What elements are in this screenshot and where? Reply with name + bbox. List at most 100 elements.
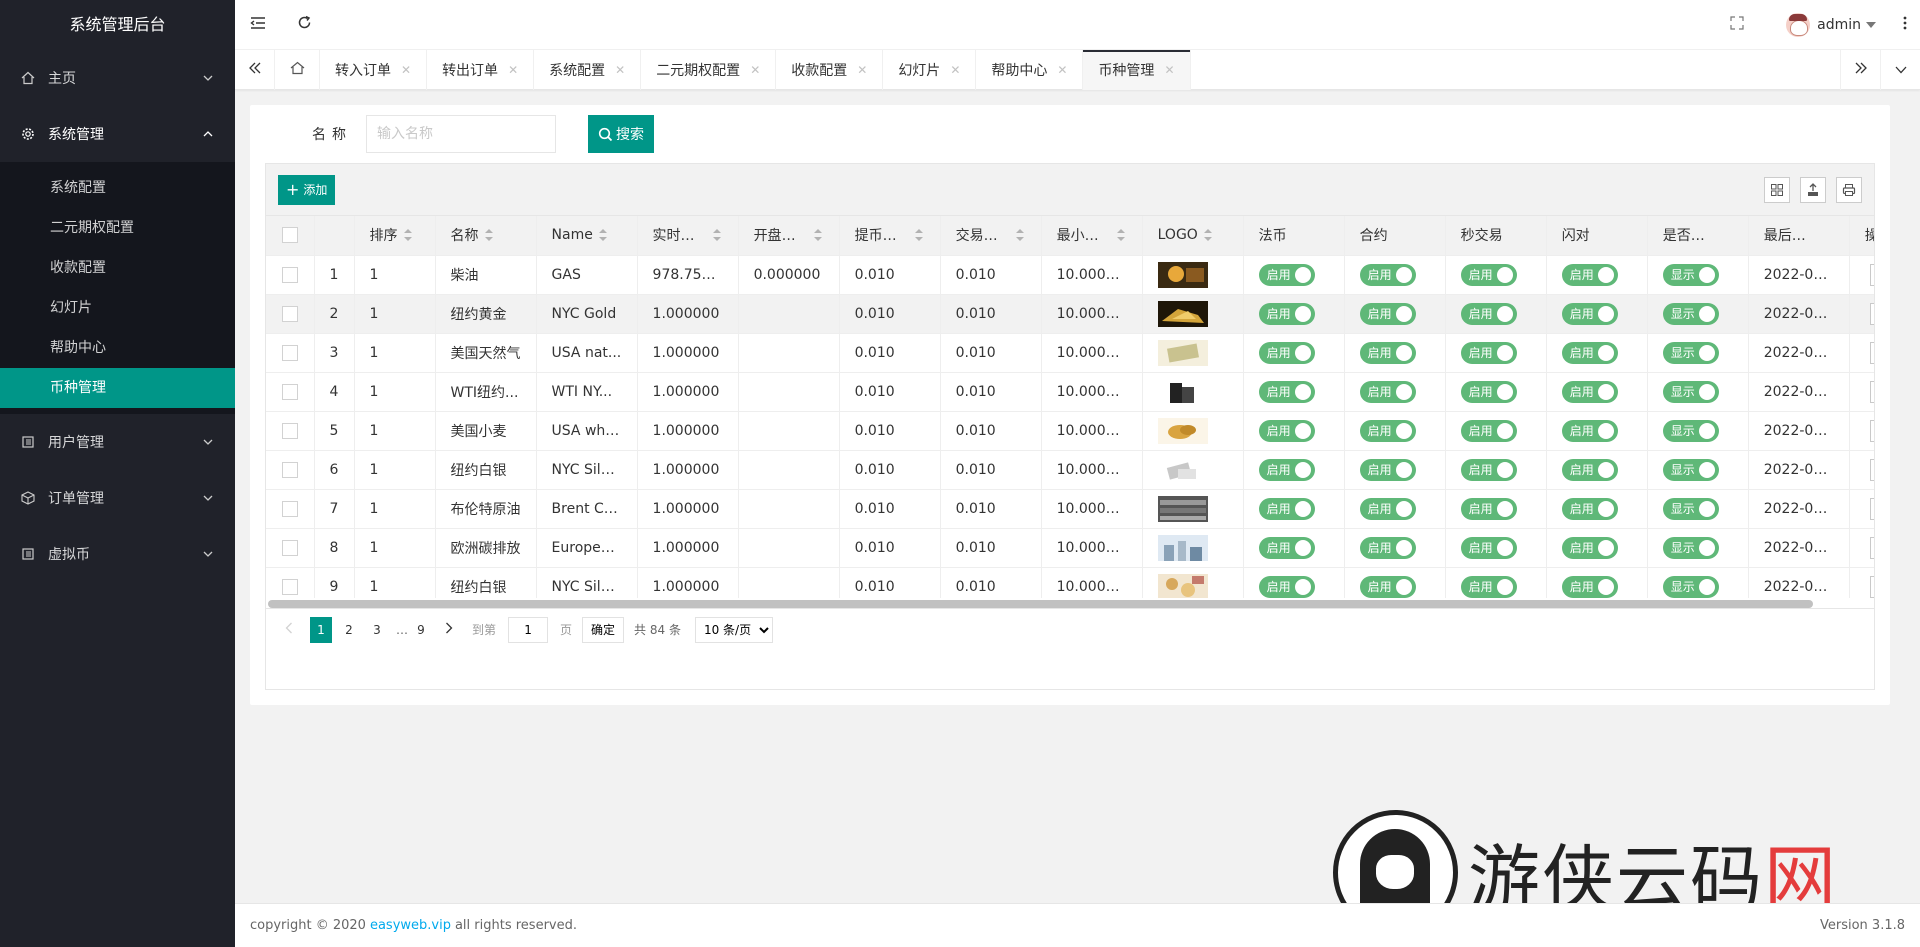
tab-binary-options-config[interactable]: 二元期权配置 ✕ xyxy=(641,50,777,90)
fiat-toggle[interactable]: 启用 xyxy=(1258,341,1315,364)
sort-icon[interactable] xyxy=(1203,229,1212,242)
column-header[interactable]: 交易手续... xyxy=(940,216,1042,256)
row-checkbox[interactable] xyxy=(281,461,298,478)
fullscreen-button[interactable] xyxy=(1714,0,1760,50)
sort-icon[interactable] xyxy=(914,229,923,242)
fiat-toggle[interactable]: 启用 xyxy=(1258,536,1315,559)
sidebar-item-home[interactable]: 主页 xyxy=(0,50,235,106)
fiat-toggle[interactable]: 启用 xyxy=(1258,497,1315,520)
tab-help-center[interactable]: 帮助中心 ✕ xyxy=(976,50,1084,90)
sidebar-subitem-system-config[interactable]: 系统配置 xyxy=(0,168,235,208)
contract-toggle[interactable]: 启用 xyxy=(1359,575,1416,598)
visibility-toggle[interactable]: 显示 xyxy=(1662,458,1719,481)
seconds-trade-toggle[interactable]: 启用 xyxy=(1460,458,1517,481)
edit-button[interactable]: 修改 xyxy=(1869,536,1874,559)
column-header[interactable]: Name xyxy=(536,216,638,256)
sort-icon[interactable] xyxy=(403,229,412,242)
seconds-trade-toggle[interactable]: 启用 xyxy=(1460,497,1517,520)
add-button[interactable]: + 添加 xyxy=(278,174,336,205)
sidebar-item-users[interactable]: 用户管理 xyxy=(0,414,235,470)
visibility-toggle[interactable]: 显示 xyxy=(1662,302,1719,325)
tab-payment-config[interactable]: 收款配置 ✕ xyxy=(776,50,884,90)
footer-link[interactable]: easyweb.vip xyxy=(370,918,451,933)
page-number[interactable]: 2 xyxy=(338,617,360,643)
row-checkbox[interactable] xyxy=(281,305,298,322)
flash-swap-toggle[interactable]: 启用 xyxy=(1561,302,1618,325)
contract-toggle[interactable]: 启用 xyxy=(1359,380,1416,403)
visibility-toggle[interactable]: 显示 xyxy=(1662,419,1719,442)
close-icon[interactable]: ✕ xyxy=(950,63,960,77)
seconds-trade-toggle[interactable]: 启用 xyxy=(1460,536,1517,559)
sidebar-subitem-binary-options-config[interactable]: 二元期权配置 xyxy=(0,208,235,248)
column-filter-button[interactable] xyxy=(1764,176,1790,203)
close-icon[interactable]: ✕ xyxy=(615,63,625,77)
flash-swap-toggle[interactable]: 启用 xyxy=(1561,380,1618,403)
edit-button[interactable]: 修改 xyxy=(1869,419,1874,442)
contract-toggle[interactable]: 启用 xyxy=(1359,497,1416,520)
sidebar-item-system[interactable]: 系统管理 xyxy=(0,106,235,162)
fiat-toggle[interactable]: 启用 xyxy=(1258,458,1315,481)
flash-swap-toggle[interactable]: 启用 xyxy=(1561,575,1618,598)
tab-system-config[interactable]: 系统配置 ✕ xyxy=(534,50,642,90)
seconds-trade-toggle[interactable]: 启用 xyxy=(1460,341,1517,364)
seconds-trade-toggle[interactable]: 启用 xyxy=(1460,575,1517,598)
sort-icon[interactable] xyxy=(1116,229,1125,242)
close-icon[interactable]: ✕ xyxy=(508,63,518,77)
flash-swap-toggle[interactable]: 启用 xyxy=(1561,341,1618,364)
contract-toggle[interactable]: 启用 xyxy=(1359,536,1416,559)
edit-button[interactable]: 修改 xyxy=(1869,302,1874,325)
next-page-button[interactable] xyxy=(438,617,460,643)
contract-toggle[interactable]: 启用 xyxy=(1359,458,1416,481)
goto-confirm-button[interactable]: 确定 xyxy=(582,616,625,643)
page-number[interactable]: 9 xyxy=(410,617,432,643)
column-header[interactable]: 提币手续... xyxy=(839,216,941,256)
fiat-toggle[interactable]: 启用 xyxy=(1258,419,1315,442)
tab-transfer-out-orders[interactable]: 转出订单 ✕ xyxy=(427,50,535,90)
seconds-trade-toggle[interactable]: 启用 xyxy=(1460,380,1517,403)
sort-icon[interactable] xyxy=(484,229,493,242)
sort-icon[interactable] xyxy=(712,229,721,242)
visibility-toggle[interactable]: 显示 xyxy=(1662,497,1719,520)
flash-swap-toggle[interactable]: 启用 xyxy=(1561,497,1618,520)
search-button[interactable]: 搜索 xyxy=(588,115,654,153)
seconds-trade-toggle[interactable]: 启用 xyxy=(1460,419,1517,442)
flash-swap-toggle[interactable]: 启用 xyxy=(1561,419,1618,442)
edit-button[interactable]: 修改 xyxy=(1869,263,1874,286)
fiat-toggle[interactable]: 启用 xyxy=(1258,263,1315,286)
sidebar-item-virtual-currency[interactable]: 虚拟币 xyxy=(0,526,235,582)
sort-icon[interactable] xyxy=(598,229,607,242)
column-header[interactable]: 实时价格... xyxy=(637,216,739,256)
column-header[interactable]: 开盘价格... xyxy=(738,216,840,256)
sort-icon[interactable] xyxy=(813,229,822,242)
select-all-checkbox[interactable] xyxy=(281,227,298,244)
row-checkbox[interactable] xyxy=(281,422,298,439)
row-checkbox[interactable] xyxy=(281,344,298,361)
row-checkbox[interactable] xyxy=(281,539,298,556)
more-options-button[interactable] xyxy=(1890,0,1920,50)
column-header[interactable]: 最小购买... xyxy=(1041,216,1143,256)
flash-swap-toggle[interactable]: 启用 xyxy=(1561,536,1618,559)
visibility-toggle[interactable]: 显示 xyxy=(1662,341,1719,364)
refresh-button[interactable] xyxy=(281,0,327,50)
tab-transfer-in-orders[interactable]: 转入订单 ✕ xyxy=(320,50,428,90)
row-checkbox[interactable] xyxy=(281,578,298,595)
visibility-toggle[interactable]: 显示 xyxy=(1662,263,1719,286)
sidebar-subitem-payment-config[interactable]: 收款配置 xyxy=(0,248,235,288)
seconds-trade-toggle[interactable]: 启用 xyxy=(1460,302,1517,325)
close-icon[interactable]: ✕ xyxy=(750,63,760,77)
edit-button[interactable]: 修改 xyxy=(1869,341,1874,364)
flash-swap-toggle[interactable]: 启用 xyxy=(1561,458,1618,481)
close-icon[interactable]: ✕ xyxy=(401,63,411,77)
sidebar-item-orders[interactable]: 订单管理 xyxy=(0,470,235,526)
close-icon[interactable]: ✕ xyxy=(1057,63,1067,77)
edit-button[interactable]: 修改 xyxy=(1869,575,1874,598)
fiat-toggle[interactable]: 启用 xyxy=(1258,302,1315,325)
row-checkbox[interactable] xyxy=(281,383,298,400)
column-header[interactable]: 排序 xyxy=(354,216,436,256)
visibility-toggle[interactable]: 显示 xyxy=(1662,536,1719,559)
contract-toggle[interactable]: 启用 xyxy=(1359,302,1416,325)
edit-button[interactable]: 修改 xyxy=(1869,458,1874,481)
column-header[interactable]: LOGO xyxy=(1142,216,1244,256)
tab-currency-management[interactable]: 币种管理 ✕ xyxy=(1083,50,1191,90)
row-checkbox[interactable] xyxy=(281,266,298,283)
